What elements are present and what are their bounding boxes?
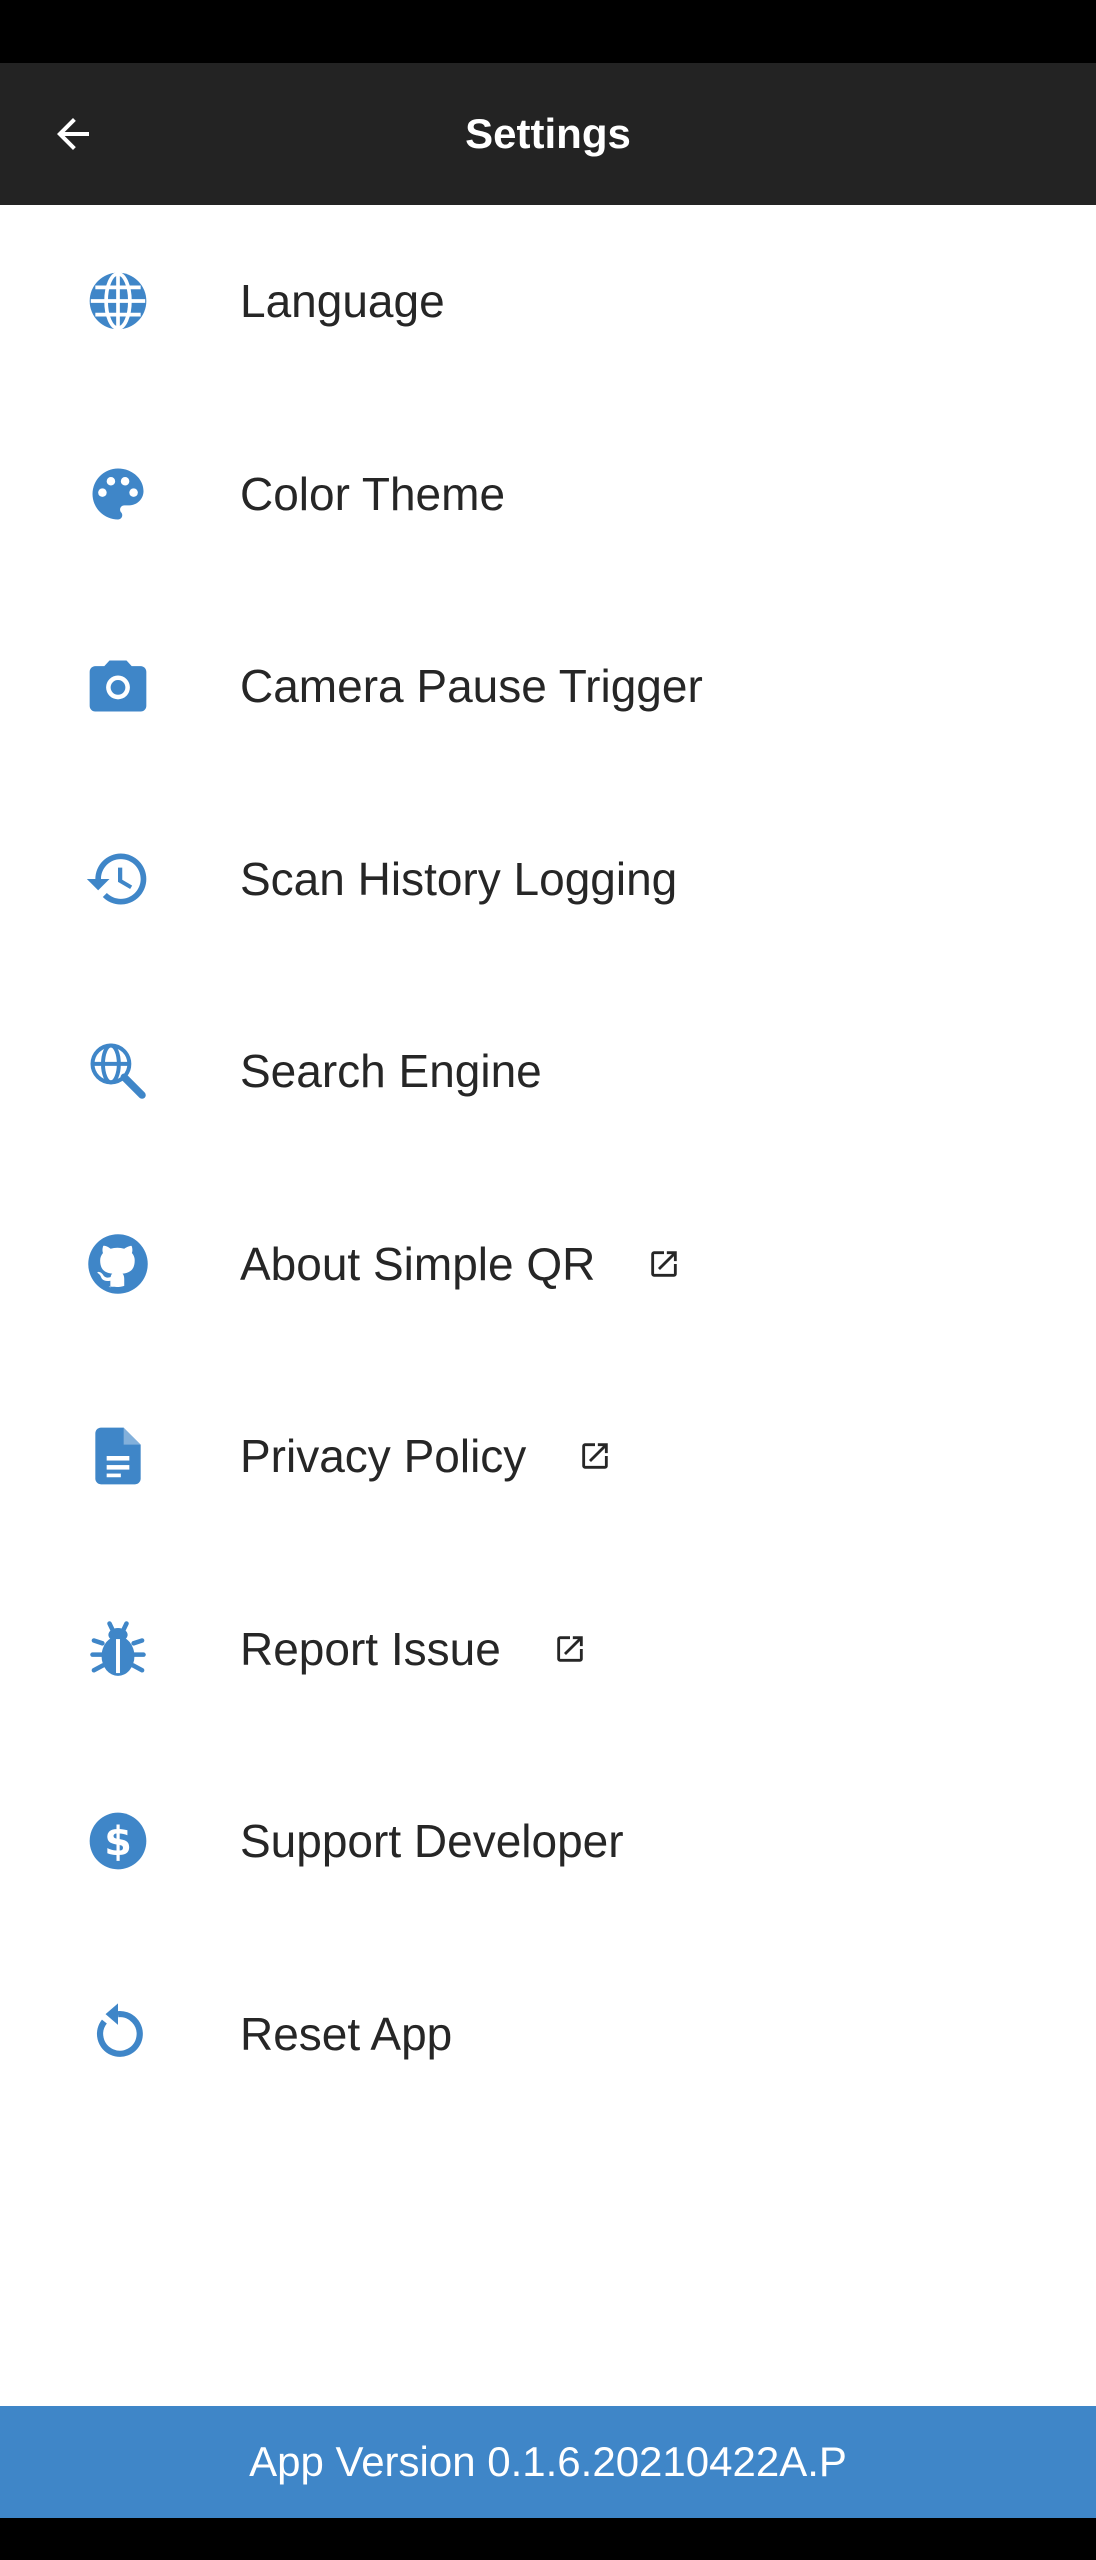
bug-icon	[82, 1613, 154, 1685]
palette-icon	[82, 458, 154, 530]
navigation-bar	[0, 2518, 1096, 2560]
github-icon	[82, 1228, 154, 1300]
settings-item-privacy-policy[interactable]: Privacy Policy	[0, 1360, 1096, 1553]
settings-item-label: About Simple QR	[240, 1237, 596, 1290]
settings-item-search-engine[interactable]: Search Engine	[0, 975, 1096, 1168]
arrow-left-icon	[57, 118, 89, 150]
settings-item-report-issue[interactable]: Report Issue	[0, 1553, 1096, 1746]
settings-item-about-simple-qr[interactable]: About Simple QR	[0, 1168, 1096, 1361]
settings-item-color-theme[interactable]: Color Theme	[0, 398, 1096, 591]
open-in-new-icon	[647, 1247, 681, 1281]
settings-item-language[interactable]: Language	[0, 205, 1096, 398]
dollar-icon: $	[82, 1805, 154, 1877]
page-title: Settings	[465, 110, 631, 157]
search-web-icon	[82, 1035, 154, 1107]
settings-item-label: Reset App	[240, 2007, 453, 2060]
open-in-new-icon	[578, 1439, 612, 1473]
settings-item-scan-history-logging[interactable]: Scan History Logging	[0, 783, 1096, 976]
settings-item-label: Language	[240, 275, 445, 328]
settings-item-camera-pause-trigger[interactable]: Camera Pause Trigger	[0, 590, 1096, 783]
app-bar: Settings	[0, 63, 1096, 205]
globe-icon	[82, 265, 154, 337]
open-in-new-icon	[553, 1632, 587, 1666]
history-icon	[82, 843, 154, 915]
settings-item-label: Privacy Policy	[240, 1430, 527, 1483]
settings-item-label: Search Engine	[240, 1045, 542, 1098]
reset-icon	[82, 1998, 154, 2070]
status-bar	[0, 0, 1096, 63]
app-version-footer: App Version 0.1.6.20210422A.P	[0, 2406, 1096, 2518]
settings-item-label: Scan History Logging	[240, 852, 678, 905]
document-icon	[82, 1420, 154, 1492]
settings-item-label: Color Theme	[240, 467, 506, 520]
settings-item-reset-app[interactable]: Reset App	[0, 1938, 1096, 2131]
settings-list: Language Color Theme Camera Pause Trigge…	[0, 205, 1096, 2130]
settings-item-label: Support Developer	[240, 1815, 624, 1868]
settings-screen: Settings Language Color Theme Camera Pau…	[0, 0, 1096, 2560]
settings-item-label: Report Issue	[240, 1622, 501, 1675]
svg-text:$: $	[104, 1819, 132, 1865]
settings-item-label: Camera Pause Trigger	[240, 660, 703, 713]
back-button[interactable]	[30, 99, 116, 169]
camera-icon	[82, 650, 154, 722]
settings-item-support-developer[interactable]: $ Support Developer	[0, 1745, 1096, 1938]
